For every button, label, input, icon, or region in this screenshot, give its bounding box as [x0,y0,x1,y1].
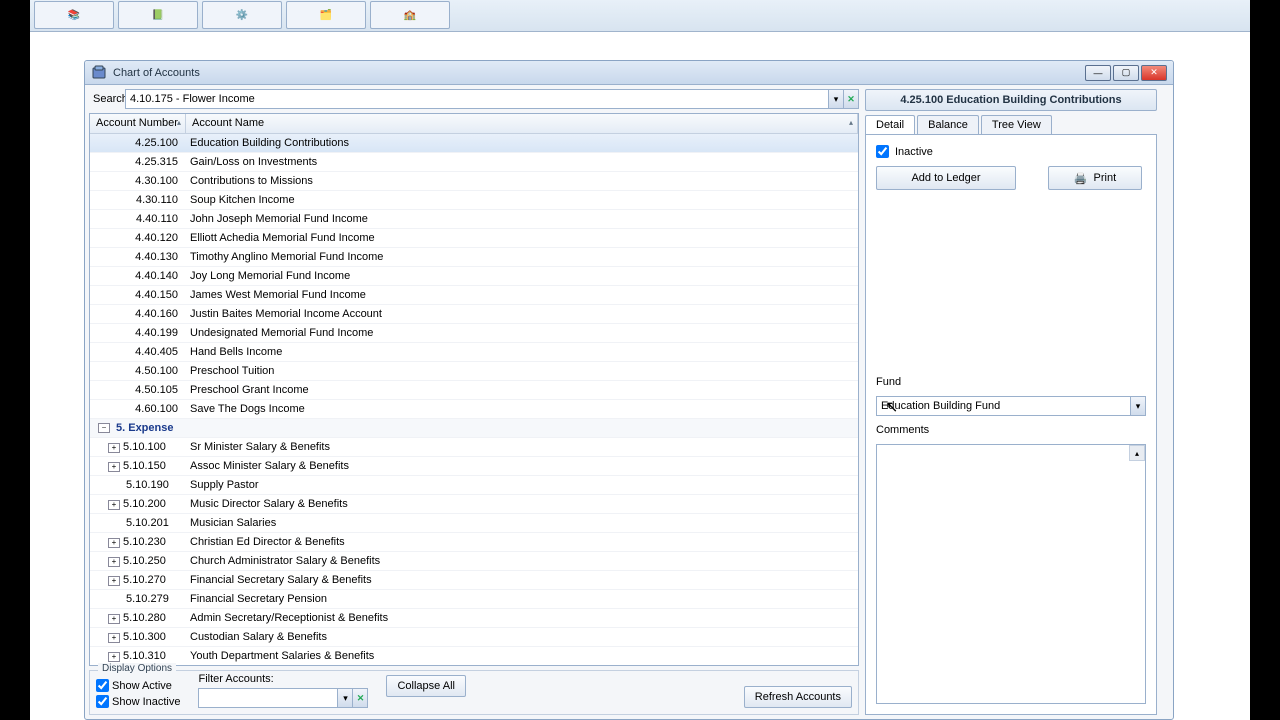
refresh-accounts-button[interactable]: Refresh Accounts [744,686,852,708]
table-row[interactable]: + 5.10.200Music Director Salary & Benefi… [90,495,858,514]
toolbar-button[interactable]: ⚙️ [202,1,282,29]
table-row[interactable]: 4.40.160Justin Baites Memorial Income Ac… [90,305,858,324]
fund-dropdown-icon[interactable]: ▾ [1130,396,1146,416]
accounts-grid: Account Number▴ Account Name▴ 4.25.100Ed… [89,113,859,666]
display-options-group: Display Options Show Active Show Inactiv… [89,670,859,715]
table-row[interactable]: + 5.10.280Admin Secretary/Receptionist &… [90,609,858,628]
search-clear-icon[interactable]: ✕ [843,89,859,109]
printer-icon: 🖨️ [1074,172,1088,185]
expand-icon[interactable]: + [108,462,120,472]
filter-accounts-input[interactable] [198,688,338,708]
sort-asc-icon: ▴ [849,118,853,127]
sort-asc-icon: ▴ [177,118,181,127]
table-row[interactable]: + 5.10.300Custodian Salary & Benefits [90,628,858,647]
inactive-checkbox[interactable] [876,145,889,158]
column-account-name[interactable]: Account Name▴ [186,114,858,133]
table-row[interactable]: + 5.10.100Sr Minister Salary & Benefits [90,438,858,457]
show-active-label: Show Active [112,680,172,692]
main-toolbar: 📚 📗 ⚙️ 🗂️ 🏫 [30,0,1250,32]
expand-icon[interactable]: + [108,443,120,453]
collapse-all-button[interactable]: Collapse All [386,675,465,697]
table-row[interactable]: 4.40.150James West Memorial Fund Income [90,286,858,305]
show-active-checkbox[interactable] [96,679,109,692]
close-button[interactable]: ✕ [1141,65,1167,81]
add-to-ledger-button[interactable]: Add to Ledger [876,166,1016,190]
tab-detail[interactable]: Detail [865,115,915,134]
table-row[interactable]: 4.25.315Gain/Loss on Investments [90,153,858,172]
table-row[interactable]: 4.50.105Preschool Grant Income [90,381,858,400]
expand-icon[interactable]: + [108,576,120,586]
window-title: Chart of Accounts [113,67,200,79]
table-row[interactable]: 4.40.130Timothy Anglino Memorial Fund In… [90,248,858,267]
group-row-expense[interactable]: −5. Expense [90,419,858,438]
search-dropdown-icon[interactable]: ▾ [828,89,844,109]
table-row[interactable]: 5.10.279Financial Secretary Pension [90,590,858,609]
search-label: Search [89,93,125,105]
toolbar-button[interactable]: 📗 [118,1,198,29]
tab-tree-view[interactable]: Tree View [981,115,1052,134]
table-row[interactable]: + 5.10.310Youth Department Salaries & Be… [90,647,858,665]
tab-balance[interactable]: Balance [917,115,979,134]
show-inactive-checkbox[interactable] [96,695,109,708]
filter-dropdown-icon[interactable]: ▾ [337,688,353,708]
accounts-icon [91,65,107,81]
expand-icon[interactable]: + [108,557,120,567]
fund-combo[interactable] [876,396,1131,416]
collapse-icon[interactable]: − [98,423,110,433]
detail-tab-content: Inactive Add to Ledger 🖨️ Print Fund [865,134,1157,715]
table-row[interactable]: 4.40.110John Joseph Memorial Fund Income [90,210,858,229]
expand-icon[interactable]: + [108,538,120,548]
inactive-label: Inactive [895,146,933,158]
expand-icon[interactable]: + [108,500,120,510]
table-row[interactable]: + 5.10.270Financial Secretary Salary & B… [90,571,858,590]
table-row[interactable]: 5.10.201Musician Salaries [90,514,858,533]
table-row[interactable]: 4.40.120Elliott Achedia Memorial Fund In… [90,229,858,248]
window-titlebar[interactable]: Chart of Accounts — ▢ ✕ [85,61,1173,85]
comments-textarea[interactable]: ▴ [876,444,1146,704]
expand-icon[interactable]: + [108,633,120,643]
toolbar-button[interactable]: 📚 [34,1,114,29]
filter-accounts-label: Filter Accounts: [198,673,368,685]
table-row[interactable]: 4.40.405Hand Bells Income [90,343,858,362]
table-row[interactable]: 4.30.100Contributions to Missions [90,172,858,191]
print-button[interactable]: 🖨️ Print [1048,166,1142,190]
selected-account-title: 4.25.100 Education Building Contribution… [865,89,1157,111]
toolbar-button[interactable]: 🗂️ [286,1,366,29]
expand-icon[interactable]: + [108,614,120,624]
display-options-legend: Display Options [98,663,176,674]
column-account-number[interactable]: Account Number▴ [90,114,186,133]
filter-clear-icon[interactable]: ✕ [352,688,368,708]
table-row[interactable]: + 5.10.230Christian Ed Director & Benefi… [90,533,858,552]
table-row[interactable]: 4.40.140Joy Long Memorial Fund Income [90,267,858,286]
table-row[interactable]: 4.25.100Education Building Contributions [90,134,858,153]
minimize-button[interactable]: — [1085,65,1111,81]
maximize-button[interactable]: ▢ [1113,65,1139,81]
search-input[interactable] [125,89,829,109]
table-row[interactable]: + 5.10.250Church Administrator Salary & … [90,552,858,571]
comments-label: Comments [876,424,1146,436]
table-row[interactable]: 4.50.100Preschool Tuition [90,362,858,381]
fund-label: Fund [876,376,1146,388]
chart-of-accounts-window: Chart of Accounts — ▢ ✕ Search ▾ ✕ [84,60,1174,720]
expand-icon[interactable]: + [108,652,120,662]
table-row[interactable]: + 5.10.150Assoc Minister Salary & Benefi… [90,457,858,476]
table-row[interactable]: 5.10.190Supply Pastor [90,476,858,495]
table-row[interactable]: 4.60.100Save The Dogs Income [90,400,858,419]
table-row[interactable]: 4.40.199Undesignated Memorial Fund Incom… [90,324,858,343]
table-row[interactable]: 4.30.110Soup Kitchen Income [90,191,858,210]
toolbar-button[interactable]: 🏫 [370,1,450,29]
grid-body[interactable]: 4.25.100Education Building Contributions… [90,134,858,665]
show-inactive-label: Show Inactive [112,696,180,708]
scroll-up-icon[interactable]: ▴ [1129,445,1145,461]
